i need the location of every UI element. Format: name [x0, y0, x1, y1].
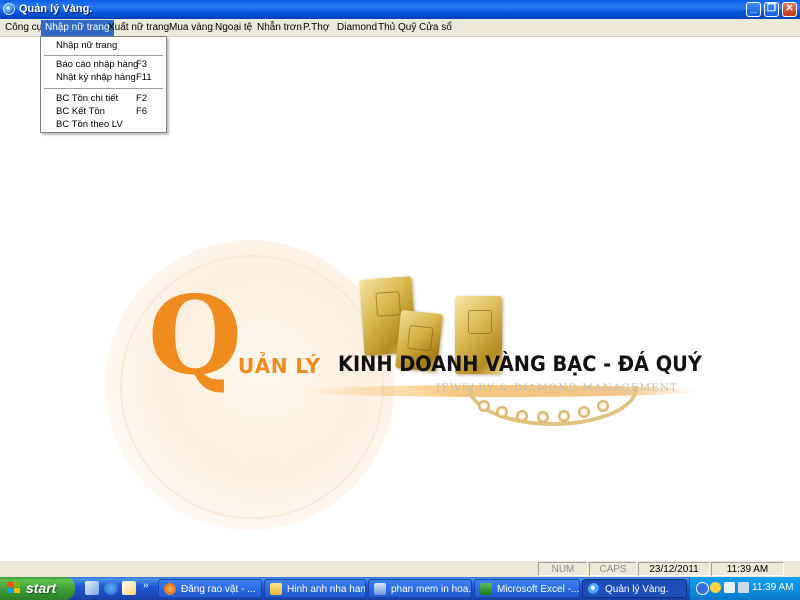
quick-launch-more-icon[interactable]: » [143, 580, 149, 591]
taskbar-button-label: phan mem in hoa... [391, 584, 472, 595]
start-button[interactable]: start [0, 577, 75, 600]
shortcut-label: F3 [136, 59, 148, 70]
menu-mua-vang[interactable]: Mua vàng [169, 21, 213, 35]
taskbar: start » Đăng rao vặt - ... Hinh anh nha … [0, 577, 800, 600]
menu-nhap-nu-trang[interactable]: Nhập nữ trang [41, 20, 114, 36]
logo-letter-q: Q [148, 273, 243, 399]
taskbar-button[interactable]: Hinh anh nha hang [264, 579, 366, 598]
restore-button[interactable]: ❐ [764, 2, 779, 17]
menu-cua-so[interactable]: Cửa sổ [419, 21, 452, 35]
start-label: start [26, 580, 57, 596]
taskbar-button-label: Đăng rao vặt - ... [181, 584, 256, 595]
app-icon [588, 583, 600, 595]
excel-icon [480, 583, 492, 595]
taskbar-button-label: Hinh anh nha hang [287, 584, 366, 595]
logo-title: KINH DOANH VÀNG BẠC - ĐÁ QUÝ [338, 352, 702, 376]
tray-clock[interactable]: 11:39 AM [752, 582, 794, 593]
logo-subtitle: JEWELRY & DIAMOND MANAGEMENT [436, 382, 679, 394]
language-icon[interactable] [724, 582, 735, 593]
shortcut-label: F11 [136, 72, 152, 83]
menu-cong-cu[interactable]: Công cụ [5, 21, 42, 35]
menu-thu-quy[interactable]: Thủ Quỹ [378, 21, 416, 35]
window-title: Quản lý Vàng. [19, 3, 93, 15]
bracelet-bead [478, 400, 490, 412]
menu-xuat-nu-trang[interactable]: Xuất nữ trang [108, 21, 169, 35]
show-desktop-icon[interactable] [85, 581, 99, 595]
shortcut-label: F2 [136, 93, 148, 104]
menu-separator [44, 88, 163, 89]
taskbar-button-label: Microsoft Excel -... [497, 584, 580, 595]
bracelet-bead [537, 411, 549, 423]
menu-diamond[interactable]: Diamond [337, 21, 377, 35]
minimize-button[interactable]: _ [746, 2, 761, 17]
close-button[interactable]: ✕ [782, 2, 797, 17]
logo-quan-ly-text: UẢN LÝ [238, 354, 321, 378]
status-num: NUM [538, 562, 588, 576]
title-bar: Quản lý Vàng. _ ❐ ✕ [0, 0, 800, 19]
taskbar-button[interactable]: phan mem in hoa... [368, 579, 472, 598]
taskbar-button[interactable]: Đăng rao vặt - ... [158, 579, 262, 598]
menu-p-tho[interactable]: P.Thợ [303, 21, 329, 35]
taskbar-button[interactable]: Microsoft Excel -... [474, 579, 580, 598]
menu-option-bc-ket-ton[interactable]: BC Kết Tồn [56, 106, 105, 117]
status-time: 11:39 AM [711, 562, 784, 576]
shortcut-label: F6 [136, 106, 148, 117]
internet-explorer-icon[interactable] [104, 581, 118, 595]
network-icon[interactable] [696, 582, 709, 595]
volume-icon[interactable] [738, 582, 749, 593]
smiley-icon[interactable] [710, 582, 721, 593]
folder-icon [270, 583, 282, 595]
system-tray: 11:39 AM [689, 577, 800, 600]
bracelet-bead [597, 400, 609, 412]
status-bar: NUM CAPS 23/12/2011 11:39 AM [0, 560, 800, 578]
status-date: 23/12/2011 [638, 562, 710, 576]
menu-option-nhap-nu-trang[interactable]: Nhập nữ trang [56, 40, 117, 51]
bracelet-bead [558, 410, 570, 422]
menu-ngoai-te[interactable]: Ngoại tệ [215, 21, 252, 35]
menu-separator [44, 55, 163, 56]
windows-flag-icon [7, 582, 21, 595]
menu-option-bc-ton-theo-lv[interactable]: BC Tồn theo LV [56, 119, 123, 130]
messenger-icon[interactable] [122, 581, 136, 595]
menu-nhan-tron[interactable]: Nhẫn trơn [257, 21, 302, 35]
menu-option-bc-ton-chi-tiet[interactable]: BC Tồn chi tiết [56, 93, 118, 104]
menu-bar: Công cụ Nhập nữ trang Xuất nữ trang Mua … [0, 19, 800, 37]
status-caps: CAPS [589, 562, 637, 576]
menu-option-nhat-ky-nhap-hang[interactable]: Nhật ký nhập hàng [56, 72, 136, 83]
menu-option-bao-cao-nhap-hang[interactable]: Báo cáo nhập hàng [56, 59, 138, 70]
bracelet-bead [496, 406, 508, 418]
dropdown-menu-nhap-nu-trang: Nhập nữ trang Báo cáo nhập hàng F3 Nhật … [40, 36, 167, 133]
app-icon[interactable] [3, 3, 15, 15]
taskbar-button-active[interactable]: Quản lý Vàng. [582, 579, 687, 598]
window-icon [374, 583, 386, 595]
bracelet-bead [578, 406, 590, 418]
firefox-icon [164, 583, 176, 595]
taskbar-button-label: Quản lý Vàng. [605, 584, 669, 595]
bracelet-bead [516, 410, 528, 422]
